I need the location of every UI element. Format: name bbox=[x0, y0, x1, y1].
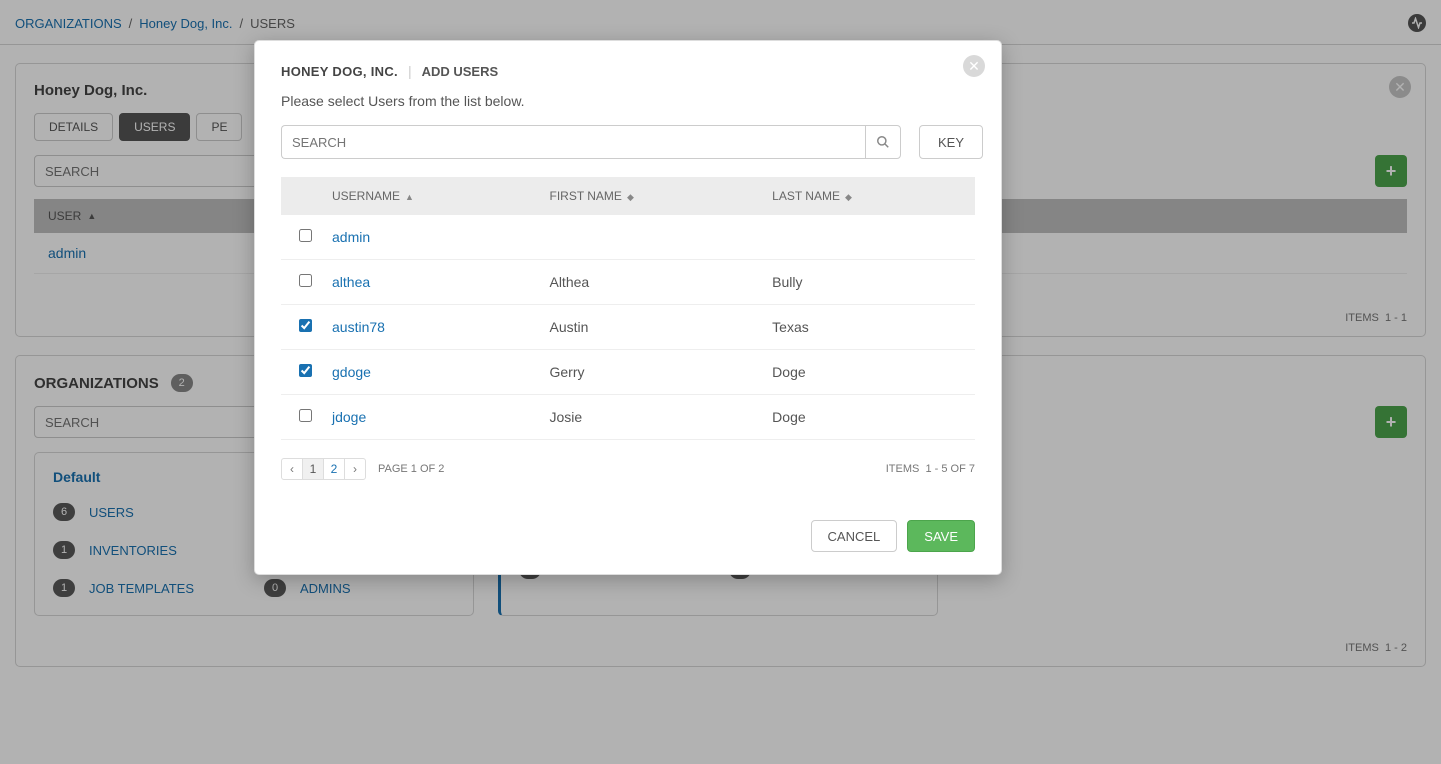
page-of-label: PAGE 1 OF 2 bbox=[378, 463, 444, 475]
users-table: USERNAME▲ FIRST NAME◆ LAST NAME◆ admin al… bbox=[281, 177, 975, 440]
column-firstname[interactable]: FIRST NAME◆ bbox=[539, 177, 762, 215]
first-name-cell: Josie bbox=[539, 395, 762, 440]
cancel-button[interactable]: CANCEL bbox=[811, 520, 898, 552]
first-name-cell: Gerry bbox=[539, 350, 762, 395]
pager-page-1[interactable]: 1 bbox=[302, 458, 324, 480]
last-name-cell: Bully bbox=[762, 260, 975, 305]
pager-next[interactable]: › bbox=[344, 458, 366, 480]
column-select bbox=[281, 177, 322, 215]
first-name-cell bbox=[539, 215, 762, 260]
pager: ‹ 1 2 › bbox=[281, 458, 366, 480]
table-row: austin78 AustinTexas bbox=[281, 305, 975, 350]
first-name-cell: Althea bbox=[539, 260, 762, 305]
username-link[interactable]: admin bbox=[332, 229, 370, 245]
row-checkbox[interactable] bbox=[299, 364, 312, 377]
last-name-cell: Texas bbox=[762, 305, 975, 350]
search-input[interactable] bbox=[281, 125, 865, 159]
search-button[interactable] bbox=[865, 125, 901, 159]
row-checkbox[interactable] bbox=[299, 409, 312, 422]
table-row: jdoge JosieDoge bbox=[281, 395, 975, 440]
username-link[interactable]: althea bbox=[332, 274, 370, 290]
column-username[interactable]: USERNAME▲ bbox=[322, 177, 539, 215]
sort-icon: ◆ bbox=[627, 192, 634, 202]
last-name-cell: Doge bbox=[762, 350, 975, 395]
modal-instructions: Please select Users from the list below. bbox=[281, 93, 975, 109]
row-checkbox[interactable] bbox=[299, 229, 312, 242]
add-users-modal: ✕ HONEY DOG, INC. | ADD USERS Please sel… bbox=[254, 40, 1002, 575]
key-button[interactable]: KEY bbox=[919, 125, 983, 159]
modal-org-name: HONEY DOG, INC. bbox=[281, 64, 398, 79]
sort-icon: ◆ bbox=[845, 192, 852, 202]
close-icon[interactable]: ✕ bbox=[963, 55, 985, 77]
pager-prev[interactable]: ‹ bbox=[281, 458, 303, 480]
divider: | bbox=[408, 63, 412, 79]
table-row: althea AltheaBully bbox=[281, 260, 975, 305]
modal-title: ADD USERS bbox=[422, 64, 499, 79]
sort-asc-icon: ▲ bbox=[405, 192, 414, 202]
items-count: ITEMS 1 - 5 OF 7 bbox=[886, 463, 975, 475]
pager-page-2[interactable]: 2 bbox=[323, 458, 345, 480]
row-checkbox[interactable] bbox=[299, 319, 312, 332]
row-checkbox[interactable] bbox=[299, 274, 312, 287]
username-link[interactable]: austin78 bbox=[332, 319, 385, 335]
last-name-cell: Doge bbox=[762, 395, 975, 440]
table-row: admin bbox=[281, 215, 975, 260]
column-lastname[interactable]: LAST NAME◆ bbox=[762, 177, 975, 215]
save-button[interactable]: SAVE bbox=[907, 520, 975, 552]
first-name-cell: Austin bbox=[539, 305, 762, 350]
username-link[interactable]: jdoge bbox=[332, 409, 366, 425]
last-name-cell bbox=[762, 215, 975, 260]
username-link[interactable]: gdoge bbox=[332, 364, 371, 380]
table-row: gdoge GerryDoge bbox=[281, 350, 975, 395]
